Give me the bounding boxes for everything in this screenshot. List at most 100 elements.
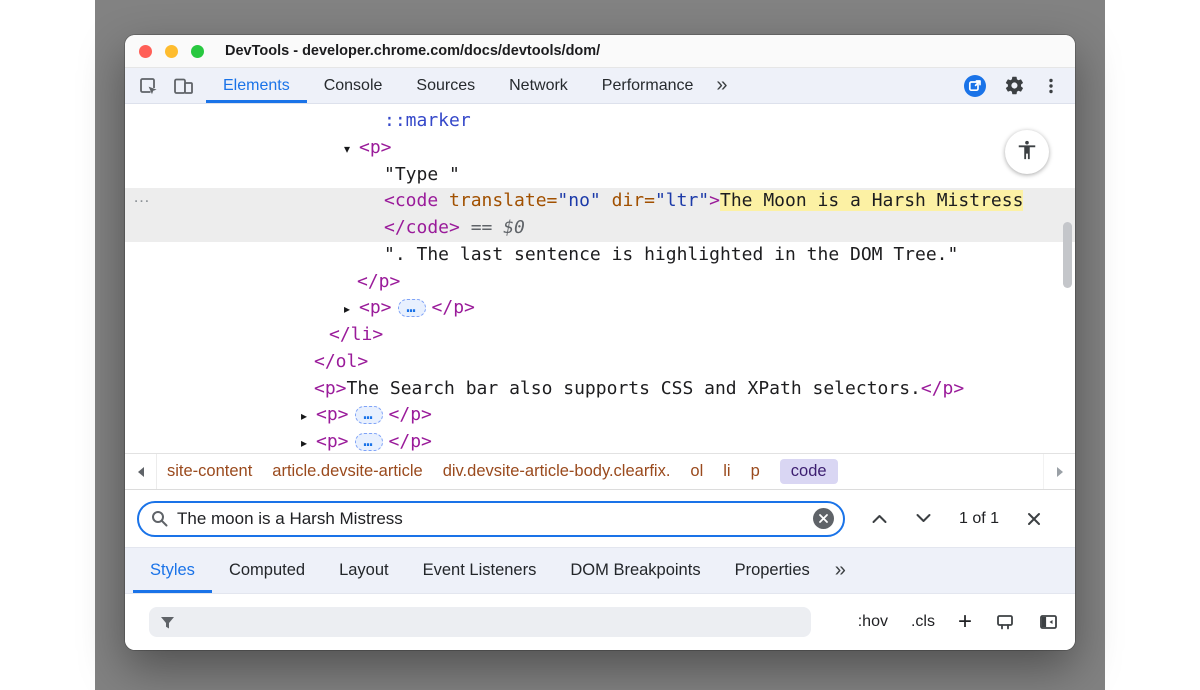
disclosure-arrow-icon[interactable]: ▾ xyxy=(344,136,359,163)
dom-search-bar: 1 of 1 xyxy=(125,489,1075,547)
inspect-cursor-icon[interactable] xyxy=(138,76,158,96)
close-icon xyxy=(1026,511,1042,527)
toolbar-tabs: ElementsConsoleSourcesNetworkPerformance xyxy=(206,68,710,103)
dom-token-text: "Type " xyxy=(384,164,460,185)
devtools-toolbar: ElementsConsoleSourcesNetworkPerformance… xyxy=(125,68,1075,104)
dom-node-row[interactable]: </ol> xyxy=(125,349,1075,376)
dom-token-tag: <p> xyxy=(314,378,347,399)
chevron-left-icon xyxy=(138,467,144,477)
dom-token-text: The Search bar also supports CSS and XPa… xyxy=(347,378,921,399)
dom-token-tag: <code xyxy=(384,190,438,211)
dom-token-hl: The Moon is a Harsh Mistress xyxy=(720,190,1023,211)
device-toolbar-icon[interactable] xyxy=(173,76,194,96)
dom-node-row[interactable]: ▸<p>…</p> xyxy=(125,402,1075,429)
breadcrumb-item-site-content[interactable]: site-content xyxy=(167,462,252,481)
styles-filter-input[interactable] xyxy=(185,614,801,631)
element-classes-button[interactable]: .cls xyxy=(911,613,935,631)
dom-node-row[interactable]: ". The last sentence is highlighted in t… xyxy=(125,242,1075,269)
sidebar-tabs-bar: StylesComputedLayoutEvent ListenersDOM B… xyxy=(125,547,1075,594)
dom-token-tag: <p> xyxy=(359,137,392,158)
close-icon xyxy=(818,513,829,524)
dom-node-row[interactable]: ▸<p> … </p> xyxy=(125,429,1075,453)
breadcrumb-bar: site-content article.devsite-article div.d… xyxy=(125,453,1075,489)
tab-dom-breakpoints[interactable]: DOM Breakpoints xyxy=(553,548,717,593)
styles-filter-field[interactable] xyxy=(149,607,811,637)
expand-ellipsis-button[interactable]: … xyxy=(398,299,426,317)
dom-node-row[interactable]: ▾<p> xyxy=(125,135,1075,162)
close-search-button[interactable] xyxy=(1026,511,1042,527)
tab-properties[interactable]: Properties xyxy=(718,548,827,593)
dom-node-row[interactable]: …<code translate="no" dir="ltr">The Moon… xyxy=(125,188,1075,215)
chevron-down-icon[interactable] xyxy=(915,513,932,524)
settings-gear-icon[interactable] xyxy=(1004,75,1025,96)
search-input[interactable] xyxy=(177,509,813,529)
new-style-rule-button[interactable]: + xyxy=(958,612,972,632)
dom-node-row[interactable]: ::marker xyxy=(125,108,1075,135)
dom-tree: ::marker▾<p>"Type "…<code translate="no"… xyxy=(125,108,1075,453)
dom-tree-panel: ::marker▾<p>"Type "…<code translate="no"… xyxy=(125,104,1075,453)
zoom-window-button[interactable] xyxy=(191,45,204,58)
close-window-button[interactable] xyxy=(139,45,152,58)
dom-node-row[interactable]: <p>The Search bar also supports CSS and … xyxy=(125,376,1075,403)
dom-node-row[interactable]: </p> xyxy=(125,269,1075,296)
window-title: DevTools - developer.chrome.com/docs/dev… xyxy=(225,43,600,59)
dom-node-row[interactable]: </li> xyxy=(125,322,1075,349)
breadcrumb-scroll-left-button[interactable] xyxy=(125,454,157,489)
minimize-window-button[interactable] xyxy=(165,45,178,58)
dom-token-tag: </p> xyxy=(357,271,400,292)
sidebar-toggle-icon[interactable] xyxy=(1038,612,1059,632)
expand-ellipsis-button[interactable]: … xyxy=(355,406,383,424)
dom-token-val: "ltr" xyxy=(655,190,709,211)
breadcrumb-item-div-devsite-article-body-clearfix[interactable]: div.devsite-article-body.clearfix. xyxy=(443,462,671,481)
chevron-up-icon[interactable] xyxy=(871,513,888,524)
tab-styles[interactable]: Styles xyxy=(133,548,212,593)
tab-elements[interactable]: Elements xyxy=(206,68,307,103)
dom-token-tag: </li> xyxy=(329,324,383,345)
scrollbar-thumb[interactable] xyxy=(1063,222,1072,288)
dom-token-tag: <p> xyxy=(316,431,349,452)
more-sidebar-tabs-button[interactable]: » xyxy=(827,548,854,593)
breadcrumb-item-ol[interactable]: ol xyxy=(690,462,703,481)
clear-search-button[interactable] xyxy=(813,508,834,529)
breadcrumb-item-article-devsite-article[interactable]: article.devsite-article xyxy=(272,462,422,481)
tab-performance[interactable]: Performance xyxy=(585,68,711,103)
tab-layout[interactable]: Layout xyxy=(322,548,406,593)
disclosure-arrow-icon[interactable]: ▸ xyxy=(301,430,316,453)
tab-sources[interactable]: Sources xyxy=(399,68,492,103)
search-match-count: 1 of 1 xyxy=(959,510,999,528)
dom-token-tag: </ol> xyxy=(314,351,368,372)
monitor-icon[interactable] xyxy=(995,612,1015,632)
search-navigation: 1 of 1 xyxy=(871,510,1042,528)
toggle-element-state-button[interactable]: :hov xyxy=(858,613,888,631)
tab-network[interactable]: Network xyxy=(492,68,585,103)
accessibility-button[interactable] xyxy=(1005,130,1049,174)
window-titlebar: DevTools - developer.chrome.com/docs/dev… xyxy=(125,35,1075,68)
kebab-menu-icon[interactable] xyxy=(1042,77,1060,95)
more-panels-button[interactable]: » xyxy=(710,68,733,103)
dom-token-text: ". The last sentence is highlighted in t… xyxy=(384,244,958,265)
dom-token-tag: <p> xyxy=(359,297,392,318)
styles-toolbar-buttons: :hov .cls + xyxy=(858,612,1059,632)
dom-node-row[interactable]: ▸<p>…</p> xyxy=(125,295,1075,322)
dom-token-attr: translate= xyxy=(438,190,557,211)
tab-event-listeners[interactable]: Event Listeners xyxy=(406,548,554,593)
dom-node-row[interactable]: "Type " xyxy=(125,162,1075,189)
search-box[interactable] xyxy=(137,501,845,537)
disclosure-arrow-icon[interactable]: ▸ xyxy=(344,296,359,323)
breadcrumb-item-code[interactable]: code xyxy=(780,459,838,484)
open-in-new-icon[interactable] xyxy=(963,74,987,98)
dom-token-tag: </code> xyxy=(384,217,460,238)
accessibility-person-icon xyxy=(1016,139,1038,166)
dom-node-row[interactable]: </code> == $0 xyxy=(125,215,1075,242)
dom-token-tag: </p> xyxy=(389,431,432,452)
disclosure-arrow-icon[interactable]: ▸ xyxy=(301,403,316,430)
row-options-dots-icon[interactable]: … xyxy=(133,184,151,211)
tab-computed[interactable]: Computed xyxy=(212,548,322,593)
expand-ellipsis-button[interactable]: … xyxy=(355,433,383,451)
breadcrumb-item-li[interactable]: li xyxy=(723,462,730,481)
tab-console[interactable]: Console xyxy=(307,68,400,103)
dom-token-tag: </p> xyxy=(389,404,432,425)
dom-token-attr: dir= xyxy=(601,190,655,211)
breadcrumb-scroll-right-button[interactable] xyxy=(1043,454,1075,489)
breadcrumb-item-p[interactable]: p xyxy=(751,462,760,481)
